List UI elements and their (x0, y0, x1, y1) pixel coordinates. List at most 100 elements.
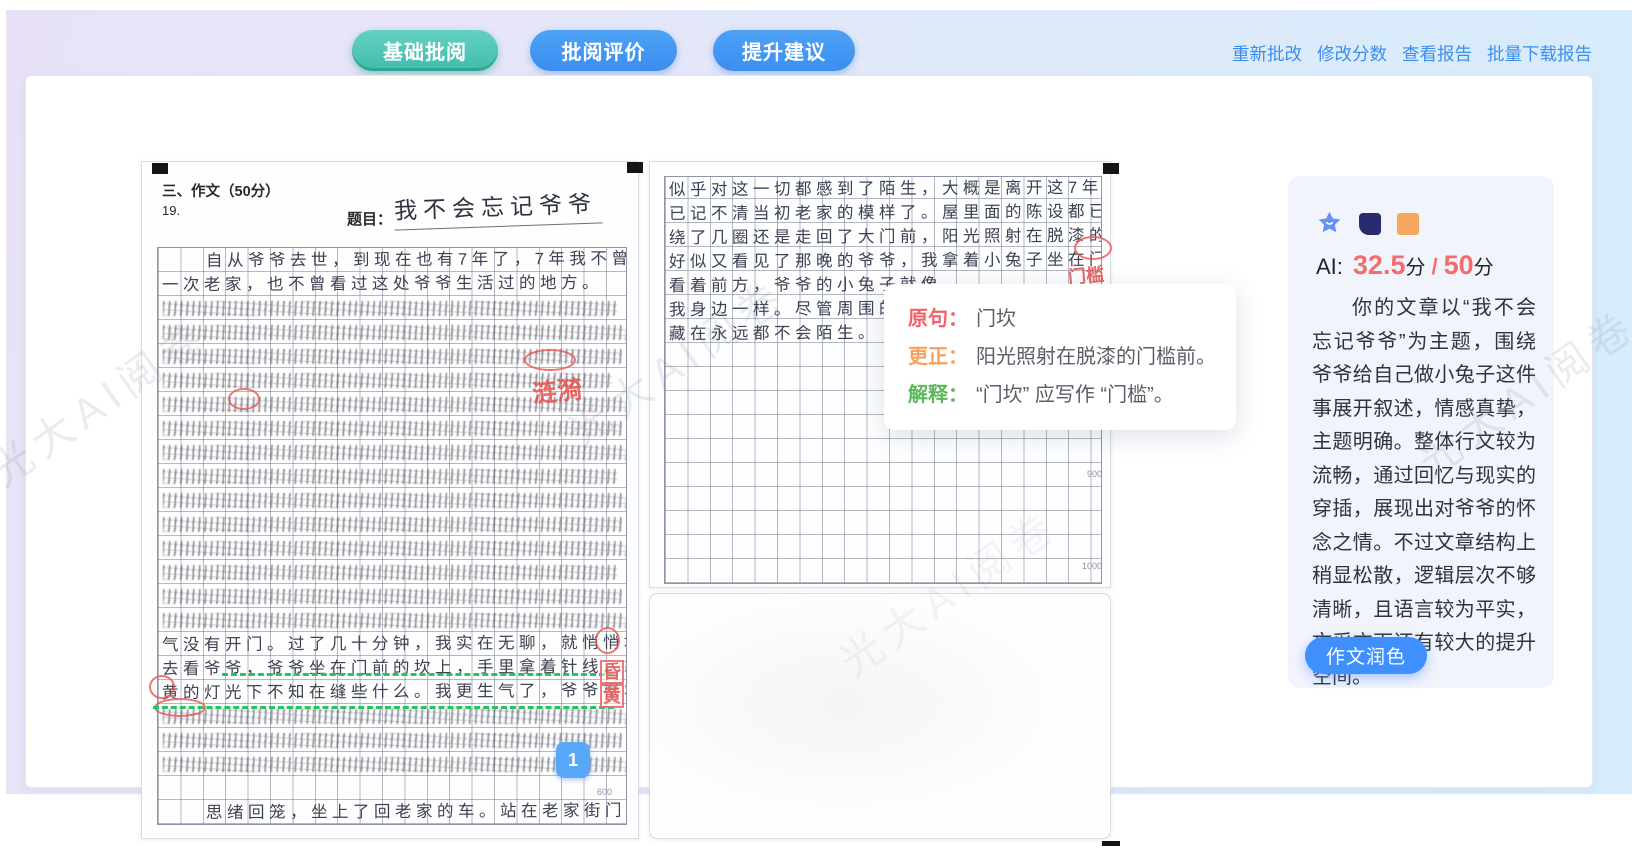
handwriting-scribble-row (158, 296, 626, 320)
essay-review-app: 光大AI阅卷 光大AI阅卷 光大AI阅卷 光大AI阅卷 基础批阅 批阅评价 提升… (0, 0, 1638, 849)
handwriting-scribble-row (158, 560, 626, 584)
ai-score-card: AI: 32.5 分 / 50 分 你的文章以“我不会忘记爷爷”为主题，围绕爷爷… (1288, 176, 1554, 688)
handwritten-line: 去看爷爷，爷爷坐在门前的坎上，手里拿着针线，靠着昏 (158, 655, 626, 681)
handwriting-scribble (163, 589, 622, 604)
handwriting-scribble (163, 613, 626, 628)
handwritten-essay-title: 我不会忘记爷爷 (393, 184, 602, 230)
word-count-marker: 600 (597, 787, 612, 797)
error-circle-annotation[interactable] (228, 388, 260, 410)
link-view-report[interactable]: 查看报告 (1402, 41, 1472, 66)
registration-mark (1102, 841, 1120, 846)
navy-square-icon (1359, 213, 1381, 235)
ai-score-value: 32.5 (1353, 250, 1406, 281)
handwritten-line: 似乎对这一切都感到了陌生，大概是离开这7年了吧，早 (665, 176, 1101, 202)
handwriting-scribble (163, 421, 622, 436)
highlight-underline (222, 673, 614, 676)
handwriting-scribble-row (158, 512, 626, 536)
handwriting-scribble (163, 565, 617, 580)
total-score-unit: 分 (1474, 251, 1494, 280)
original-sentence-text: 门坎 (976, 308, 1016, 330)
empty-grid-row (665, 465, 1101, 489)
registration-mark (627, 162, 643, 173)
ai-label: AI: (1316, 254, 1343, 280)
explanation-label: 解释： (908, 384, 968, 406)
toolbar-links: 重新批改 修改分数 查看报告 批量下载报告 (1232, 41, 1592, 66)
handwriting-scribble (163, 709, 626, 724)
handwriting-scribble (163, 733, 622, 748)
handwriting-scribble (163, 493, 626, 508)
handwritten-line: 绕了几圈还是走回了大门前，阳光照射在脱漆的门坎前 (665, 224, 1101, 250)
registration-mark (1103, 163, 1119, 174)
handwriting-scribble (163, 517, 622, 532)
score-separator: / (1431, 254, 1437, 280)
orange-square-icon (1397, 213, 1419, 235)
handwritten-line: 黄的灯光下不知在缝些什么。我更生气了，爷爷根本没 (158, 679, 626, 705)
essay-scan-blank-section (649, 593, 1111, 839)
correction-text: 阳光照射在脱漆的门槛前。 (976, 346, 1216, 368)
manuscript-grid: 自从爷爷去世，到现在也有7年了，7年我不曾回过一次老家，也不曾看过这处爷爷生活过… (157, 247, 627, 825)
handwriting-scribble-row (158, 440, 626, 464)
ai-feedback-text: 你的文章以“我不会忘记爷爷”为主题，围绕爷爷给自己做小兔子这件事展开叙述，情感真… (1312, 292, 1536, 694)
original-sentence-label: 原句： (908, 308, 968, 330)
handwriting-scribble (163, 541, 626, 556)
handwriting-scribble (163, 301, 617, 316)
essay-scan-page-1: 三、作文（50分） 19. 题目： 我不会忘记爷爷 自从爷爷去世，到现在也有7年… (141, 161, 639, 839)
handwriting-scribble-row (158, 416, 626, 440)
score-icon-row (1316, 210, 1419, 237)
handwritten-line: 气没有开门。过了几十分钟，我实在无聊，就悄悄地走 (158, 631, 626, 657)
registration-mark (152, 163, 168, 174)
empty-grid-row (665, 537, 1101, 561)
handwriting-scribble-row (158, 488, 626, 512)
empty-grid-row (665, 441, 1101, 465)
title-label: 题目： (347, 208, 392, 229)
error-circle-annotation[interactable] (149, 675, 175, 699)
tab-basic-review[interactable]: 基础批阅 (352, 30, 498, 71)
page-number-badge[interactable]: 1 (556, 742, 590, 778)
correction-stamp: 昏黄 (600, 660, 638, 708)
handwriting-scribble-row (158, 536, 626, 560)
handwritten-line: 好似又看见了那晚的爷爷，我拿着小兔子坐在门槛前 (665, 248, 1101, 274)
main-content-panel: 三、作文（50分） 19. 题目： 我不会忘记爷爷 自从爷爷去世，到现在也有7年… (25, 75, 1593, 788)
word-count-marker: 1000 (1082, 561, 1102, 571)
section-heading: 三、作文（50分） (162, 180, 280, 201)
empty-grid-row (665, 489, 1101, 513)
handwriting-scribble-row (158, 320, 626, 344)
error-circle-annotation[interactable] (1074, 236, 1112, 260)
link-batch-download-report[interactable]: 批量下载报告 (1487, 41, 1592, 66)
handwriting-scribble-row (158, 464, 626, 488)
correction-tooltip: 原句： 门坎 更正：阳光照射在脱漆的门槛前。 解释： “门坎” 应写作 “门槛”。 (884, 284, 1236, 430)
error-circle-annotation[interactable] (524, 349, 576, 371)
explanation-text: “门坎” 应写作 “门槛”。 (976, 384, 1174, 406)
handwritten-line: 思绪回笼，坐上了回老家的车。站在老家街门前，我 (158, 799, 626, 825)
stamp-char: 黄 (600, 684, 624, 708)
score-unit: 分 (1405, 251, 1425, 280)
stamp-char: 昏 (600, 660, 624, 684)
essay-polish-button[interactable]: 作文润色 (1305, 637, 1427, 674)
link-re-grade[interactable]: 重新批改 (1232, 41, 1302, 66)
handwritten-line: 自从爷爷去世，到现在也有7年了，7年我不曾回过 (158, 247, 626, 273)
handwriting-scribble (163, 445, 626, 460)
empty-grid-row (665, 513, 1101, 537)
error-circle-annotation[interactable] (595, 627, 620, 654)
question-number: 19. (162, 203, 180, 218)
word-count-marker: 900 (1087, 469, 1102, 479)
handwritten-line: 一次老家，也不曾看过这处爷爷生活过的地方。 (158, 271, 626, 297)
tab-improvement-suggestions[interactable]: 提升建议 (713, 30, 855, 71)
tooltip-row-explanation: 解释： “门坎” 应写作 “门槛”。 (908, 380, 1212, 410)
correction-stamp: 涟漪 (530, 369, 584, 410)
handwritten-line: 已记不清当初老家的模样了。屋里面的陈设都已落了灰， (665, 200, 1101, 226)
handwriting-scribble-row (158, 608, 626, 632)
total-score-value: 50 (1444, 250, 1474, 281)
handwriting-scribble (163, 469, 617, 484)
highlight-underline (153, 706, 614, 709)
handwriting-scribble (163, 325, 626, 340)
ai-score-line: AI: 32.5 分 / 50 分 (1316, 250, 1494, 281)
empty-grid-row (665, 561, 1101, 585)
tab-review-comment[interactable]: 批阅评价 (530, 30, 677, 71)
empty-grid-row (158, 776, 626, 800)
tooltip-row-original: 原句： 门坎 (908, 304, 1212, 334)
link-modify-score[interactable]: 修改分数 (1317, 41, 1387, 66)
tooltip-row-correction: 更正：阳光照射在脱漆的门槛前。 (908, 342, 1212, 372)
star-smile-icon (1316, 210, 1343, 237)
handwriting-scribble-row (158, 584, 626, 608)
